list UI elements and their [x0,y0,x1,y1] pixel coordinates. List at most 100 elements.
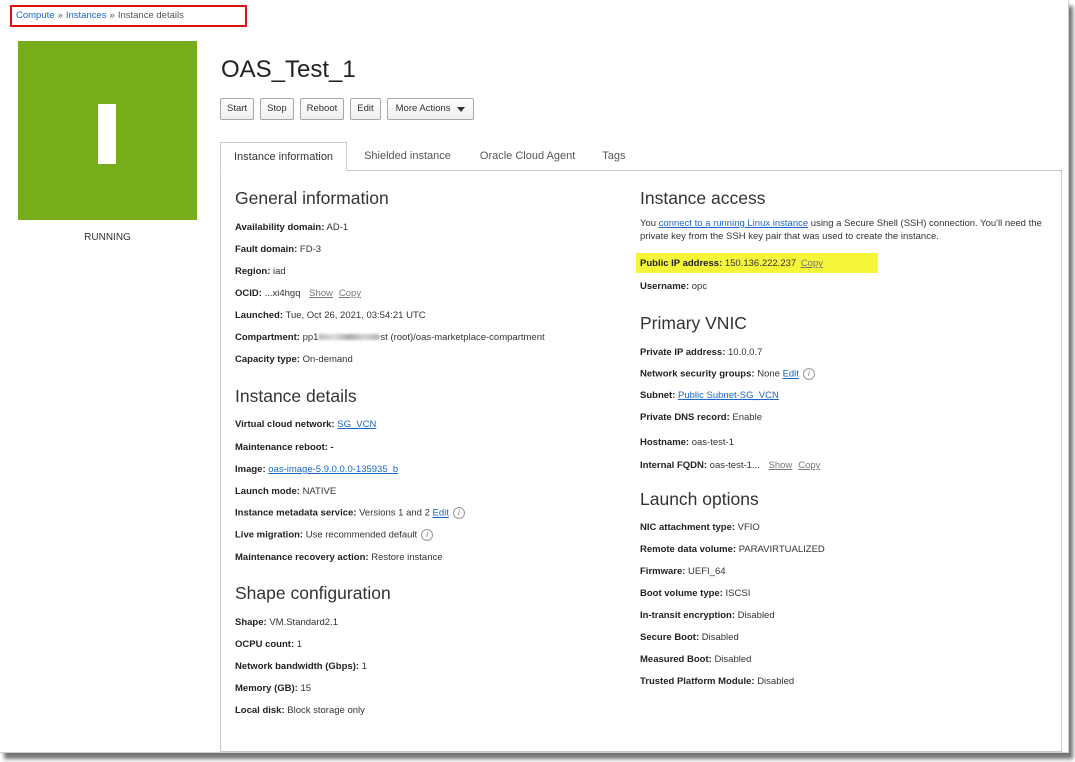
field-value: 1 [361,661,367,672]
field-label: Private IP address: [640,347,726,358]
in-transit-encryption-row: In-transit encryption: Disabled [640,610,775,621]
ocid-show-link[interactable]: Show [309,288,333,299]
launch-mode-row: Launch mode: NATIVE [235,486,336,497]
field-value: 150.136.222.237 [724,258,797,269]
fqdn-copy-link[interactable]: Copy [798,460,820,471]
fault-domain-row: Fault domain: FD-3 [235,244,321,255]
field-label: Remote data volume: [640,544,737,555]
field-value: Disabled [701,632,739,643]
field-value: ISCSI [725,588,751,599]
breadcrumb-instances[interactable]: Instances [66,10,107,21]
connect-linux-link[interactable]: connect to a running Linux instance [659,218,808,229]
field-label: In-transit encryption: [640,610,736,621]
boot-volume-type-row: Boot volume type: ISCSI [640,588,750,599]
public-ip-copy-link[interactable]: Copy [801,258,823,269]
ocid-copy-link[interactable]: Copy [339,288,361,299]
field-label: Instance metadata service: [235,507,357,519]
field-value: opc [691,281,708,292]
local-disk-row: Local disk: Block storage only [235,705,365,716]
image-row: Image: oas-image-5.9.0.0.0-135935_b [235,464,398,475]
field-value: oas-test-1 [691,437,734,448]
launched-row: Launched: Tue, Oct 26, 2021, 03:54:21 UT… [235,310,426,321]
field-value: oas-test-1... [709,460,760,471]
nic-attachment-row: NIC attachment type: VFIO [640,522,760,533]
field-value: - [330,442,334,453]
memory-row: Memory (GB): 15 [235,683,311,694]
start-button[interactable]: Start [220,98,255,120]
image-link[interactable]: oas-image-5.9.0.0.0-135935_b [268,464,398,475]
measured-boot-row: Measured Boot: Disabled [640,654,751,665]
field-label: Local disk: [235,705,285,716]
live-migration-row: Live migration: Use recommended default i [235,529,434,541]
availability-domain-row: Availability domain: AD-1 [235,222,348,233]
field-label: Firmware: [640,566,686,577]
field-label: Trusted Platform Module: [640,676,755,687]
field-label: Maintenance reboot: [235,442,328,453]
field-value: Disabled [757,676,795,687]
ocpu-row: OCPU count: 1 [235,639,302,650]
instance-info-panel: General information Availability domain:… [220,170,1062,752]
field-label: Network security groups: [640,368,755,380]
vcn-row: Virtual cloud network: SG_VCN [235,419,376,430]
launch-options-heading: Launch options [640,489,759,509]
metadata-edit-link[interactable]: Edit [433,508,449,519]
tab-oracle-cloud-agent[interactable]: Oracle Cloud Agent [464,142,588,171]
more-actions-button[interactable]: More Actions [386,98,474,120]
primary-vnic-heading: Primary VNIC [640,313,747,333]
tab-tags[interactable]: Tags [588,142,638,171]
subnet-link[interactable]: Public Subnet-SG_VCN [678,390,779,401]
stop-button[interactable]: Stop [260,98,294,120]
more-actions-label: More Actions [395,103,451,114]
field-value: Use recommended default [305,529,418,541]
field-value: 10.0.0.7 [728,347,763,358]
field-value: Disabled [714,654,752,665]
field-value: Disabled [737,610,775,621]
info-icon[interactable]: i [802,368,815,380]
tab-shielded-instance[interactable]: Shielded instance [347,142,464,171]
field-label: Availability domain: [235,222,325,233]
field-value: None [757,368,780,380]
field-label: Private DNS record: [640,412,730,423]
info-icon[interactable]: i [421,529,434,541]
field-value: AD-1 [326,222,349,233]
compartment-row: Compartment: pp1 st (root)/oas-marketplac… [235,332,545,343]
hostname-row: Hostname: oas-test-1 [640,437,734,448]
breadcrumb-separator: » [57,10,63,21]
field-value: iad [273,266,286,277]
page-title: OAS_Test_1 [221,56,356,83]
field-label: Live migration: [235,529,304,541]
field-label: Launch mode: [235,486,300,497]
nsg-edit-link[interactable]: Edit [783,369,799,380]
reboot-button[interactable]: Reboot [299,98,345,120]
secure-boot-row: Secure Boot: Disabled [640,632,739,643]
breadcrumb-separator: » [109,10,115,21]
status-label: RUNNING [84,232,131,243]
vcn-link[interactable]: SG_VCN [337,419,376,430]
field-value: UEFI_64 [688,566,726,577]
field-value: pp1 [302,332,319,343]
field-label: Image: [235,464,266,475]
shape-configuration-heading: Shape configuration [235,583,391,603]
subnet-row: Subnet: Public Subnet-SG_VCN [640,390,779,401]
field-value: Tue, Oct 26, 2021, 03:54:21 UTC [285,310,426,321]
fqdn-row: Internal FQDN: oas-test-1... Show Copy [640,460,820,471]
field-label: OCPU count: [235,639,295,650]
action-bar: Start Stop Reboot Edit More Actions [220,98,474,120]
field-label: Internal FQDN: [640,460,708,471]
field-label: Username: [640,281,690,292]
caret-down-icon [456,106,465,112]
field-value: PARAVIRTUALIZED [738,544,825,555]
field-label: Compartment: [235,332,300,343]
tab-instance-information[interactable]: Instance information [220,142,348,171]
field-label: Shape: [235,617,267,628]
field-value: FD-3 [299,244,322,255]
field-label: Measured Boot: [640,654,712,665]
edit-button[interactable]: Edit [350,98,381,120]
field-value: Versions 1 and 2 [359,507,430,519]
breadcrumb-compute[interactable]: Compute [16,10,55,21]
region-row: Region: iad [235,266,286,277]
general-information-heading: General information [235,188,389,208]
fqdn-show-link[interactable]: Show [768,460,792,471]
field-label: NIC attachment type: [640,522,736,533]
info-icon[interactable]: i [452,507,465,519]
